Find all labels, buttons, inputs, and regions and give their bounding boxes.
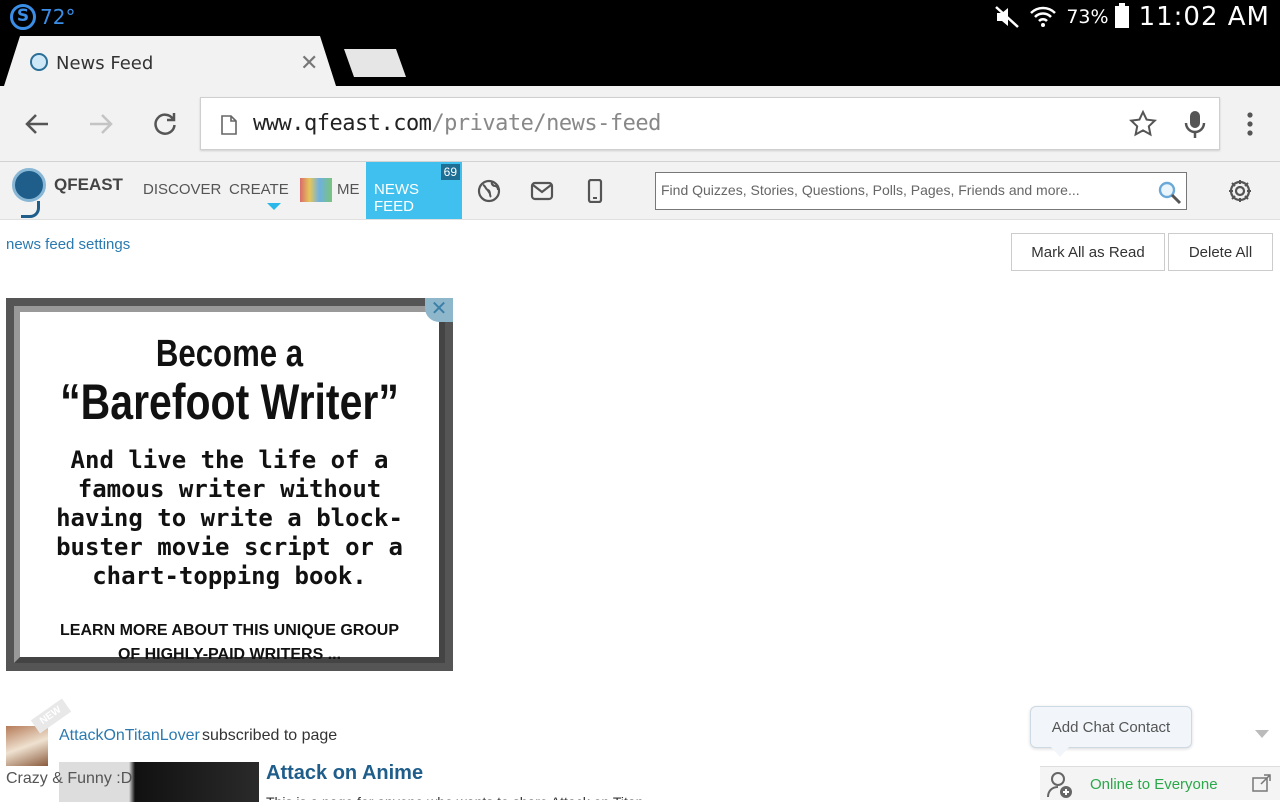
nav-create[interactable]: CREATE [229,181,289,198]
new-tab-button[interactable] [344,49,406,77]
envelope-icon [530,181,554,201]
nav-discover[interactable]: DISCOVER [143,181,221,198]
overflow-menu-icon [1247,112,1253,136]
tab-strip: News Feed ✕ [0,33,1280,86]
feed-item: NEW AttackOnTitanLover subscribed to pag… [6,698,1006,802]
chat-bar: Online to Everyone [1040,766,1280,800]
delete-all-button[interactable]: Delete All [1168,233,1273,271]
search-icon[interactable] [1158,181,1182,205]
site-header: QFEAST DISCOVER CREATE ME NEWS FEED 69 [0,162,1280,220]
ad-cta-line: LEARN MORE ABOUT THIS UNIQUE GROUP [60,622,399,639]
search-input[interactable] [656,173,1156,207]
browser-toolbar: www.qfeast.com/private/news-feed [0,86,1280,162]
address-bar[interactable]: www.qfeast.com/private/news-feed [200,97,1220,150]
site-logo[interactable]: QFEAST [12,168,123,218]
reload-icon [154,113,176,135]
ad-body: And live the life of a famous writer wit… [20,446,439,591]
mute-icon [995,6,1020,28]
tab-title: News Feed [56,53,154,74]
ad-body-line: chart-topping book. [92,562,367,590]
back-arrow-icon [25,114,48,134]
me-avatar[interactable] [300,178,332,202]
site-search [655,172,1187,210]
menu-button[interactable] [1234,108,1266,140]
battery-icon [1114,3,1129,28]
ad-headline-1: Become a [155,333,304,375]
notification-count-badge: 69 [440,164,460,180]
ad-body-line: And live the life of a [70,446,389,474]
qfeast-logo-icon [12,168,46,218]
popout-icon[interactable] [1252,774,1272,792]
mobile-button[interactable] [582,178,608,204]
ad-close-icon[interactable]: ✕ [425,298,453,322]
ad-body-line: having to write a block- [56,504,403,532]
microphone-icon[interactable] [1183,110,1207,140]
chat-status[interactable]: Online to Everyone [1090,776,1218,793]
status-bar: S 72° 73% 11:02 AM [0,0,1280,33]
temperature: 72° [40,5,76,29]
tab-news-feed[interactable]: News Feed ✕ [4,36,336,86]
status-bar-left: S 72° [10,4,75,30]
ad-headline-2: “Barefoot Writer” [60,374,399,430]
bookmark-star-icon[interactable] [1129,110,1157,138]
nav-news-feed[interactable]: NEWS FEED 69 [366,162,462,219]
logo-text: QFEAST [54,175,123,194]
feed-user-link[interactable]: AttackOnTitanLover [59,727,200,745]
news-feed-label: NEWS FEED [374,181,419,215]
ad-body-line: famous writer without [77,475,382,503]
news-feed-settings-link[interactable]: news feed settings [6,236,130,253]
messages-button[interactable] [529,178,555,204]
create-dropdown-indicator [267,203,281,210]
nav-me[interactable]: ME [337,181,360,198]
ad-content: Become a “Barefoot Writer” And live the … [14,306,445,663]
mobile-phone-icon [587,179,603,203]
url-text: www.qfeast.com/private/news-feed [253,111,661,136]
ad-cta: LEARN MORE ABOUT THIS UNIQUE GROUP OF HI… [20,619,439,667]
favicon-icon [30,53,48,71]
page-description: This is a page for anyone who wants to s… [266,794,655,800]
globe-button[interactable] [476,178,502,204]
battery-percent: 73% [1066,6,1109,28]
ad-cta-line: OF HIGHLY-PAID WRITERS ... [117,646,342,663]
mark-all-read-button[interactable]: Mark All as Read [1011,233,1165,271]
close-tab-icon[interactable]: ✕ [300,50,318,76]
add-chat-contact-button[interactable]: Add Chat Contact [1030,706,1192,757]
url-host: www.qfeast.com [253,111,432,136]
page-title-link[interactable]: Attack on Anime [266,762,423,785]
status-bar-right: 73% 11:02 AM [994,2,1270,32]
feed-action-text: subscribed to page [202,727,338,744]
page-caption: Crazy & Funny :D [6,770,133,787]
page-icon [221,115,237,135]
reload-button[interactable] [149,108,181,140]
clock: 11:02 AM [1138,2,1270,32]
chevron-down-icon[interactable] [1255,730,1269,738]
wifi-icon [1030,6,1057,27]
gear-icon[interactable] [1228,179,1252,203]
forward-arrow-icon [90,114,113,134]
url-path: /private/news-feed [431,111,661,136]
globe-icon [477,179,501,203]
add-contact-icon[interactable] [1046,771,1076,799]
advertisement[interactable]: Become a “Barefoot Writer” And live the … [6,298,453,671]
forward-button[interactable] [85,108,117,140]
weather-app-icon: S [10,4,36,30]
back-button[interactable] [21,108,53,140]
ad-body-line: buster movie script or a [56,533,403,561]
